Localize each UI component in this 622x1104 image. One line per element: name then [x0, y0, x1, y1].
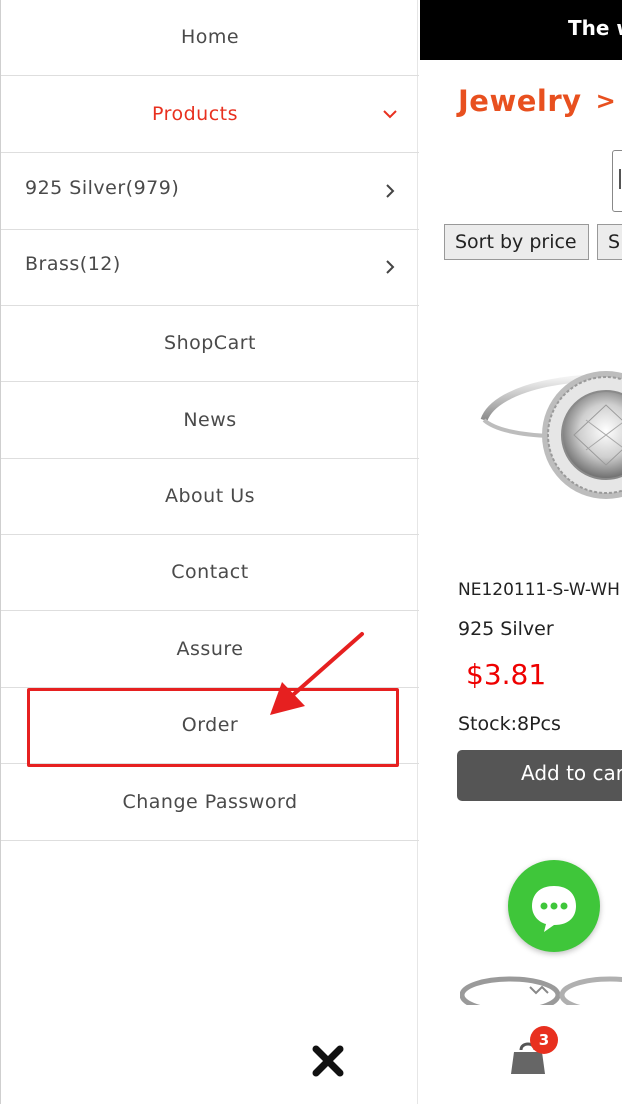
menu-item-label: 925 Silver(979) — [25, 177, 180, 199]
menu-item-label: Products — [151, 103, 239, 125]
menu-item-label: Home — [180, 26, 240, 48]
product-stock: Stock:8Pcs — [458, 713, 561, 735]
breadcrumb-separator: > — [595, 87, 617, 115]
menu-item-assure[interactable]: Assure — [1, 612, 419, 688]
close-x-icon[interactable] — [310, 1043, 346, 1079]
menu-item-label: Brass(12) — [25, 253, 121, 275]
sort-by-price-button[interactable]: Sort by price — [444, 224, 589, 260]
menu-item-home[interactable]: Home — [1, 0, 419, 76]
menu-item-shopcart[interactable]: ShopCart — [1, 306, 419, 382]
chevron-right-icon — [386, 184, 395, 198]
menu-item-label: Contact — [171, 561, 249, 583]
product-image[interactable] — [476, 330, 622, 510]
text-cursor — [619, 169, 621, 189]
breadcrumb-jewelry[interactable]: Jewelry — [458, 84, 582, 118]
menu-item-label: Assure — [176, 638, 244, 660]
menu-item-label: About Us — [164, 485, 256, 507]
menu-item-news[interactable]: News — [1, 383, 419, 459]
menu-item-brass[interactable]: Brass(12) — [1, 230, 419, 306]
menu-item-label: ShopCart — [164, 332, 256, 354]
annotation-highlight-box — [27, 688, 399, 767]
menu-item-label: Change Password — [122, 791, 298, 813]
chat-bubble-icon — [532, 886, 576, 932]
menu-item-label: News — [183, 409, 237, 431]
product-price: $3.81 — [466, 658, 547, 691]
chevron-down-icon — [383, 110, 397, 119]
product-sku[interactable]: NE120111-S-W-WH — [458, 580, 620, 600]
announcement-text: The w — [568, 16, 622, 40]
top-announcement-bar: The w — [420, 0, 622, 60]
cart-count-badge: 3 — [530, 1026, 558, 1054]
menu-item-about-us[interactable]: About Us — [1, 459, 419, 535]
side-menu-drawer: Home Products 925 Silver(979) Brass(12) … — [0, 0, 419, 1104]
search-input[interactable] — [612, 150, 622, 212]
menu-item-change-password[interactable]: Change Password — [1, 765, 419, 841]
menu-item-products[interactable]: Products — [1, 77, 419, 153]
product-material: 925 Silver — [458, 618, 554, 640]
breadcrumb: Jewelry>9 — [458, 84, 622, 118]
add-to-cart-button[interactable]: Add to car — [457, 750, 622, 801]
menu-item-contact[interactable]: Contact — [1, 535, 419, 611]
chevron-right-icon — [386, 260, 395, 274]
chat-button[interactable] — [508, 860, 600, 952]
menu-item-925-silver[interactable]: 925 Silver(979) — [1, 154, 419, 230]
product-page: The w Jewelry>9 Sort by price S NE120111… — [420, 0, 622, 1104]
sort-secondary-button[interactable]: S — [597, 224, 622, 260]
product-image-2[interactable] — [460, 965, 622, 1005]
